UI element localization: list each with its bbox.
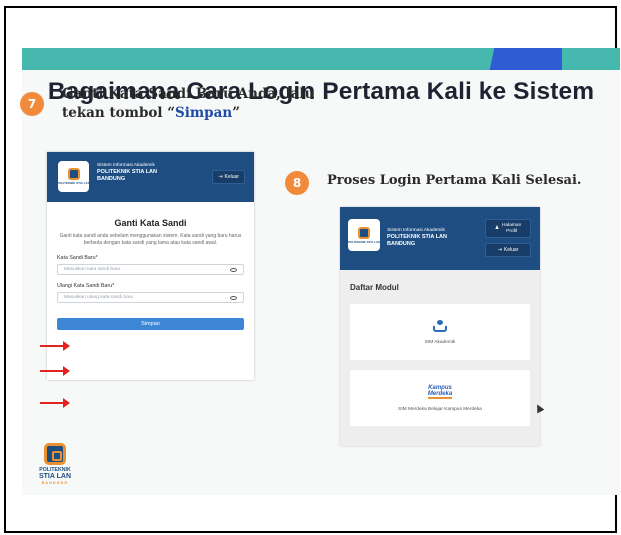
logout-icon: ⇥ <box>218 174 223 180</box>
step-7-line2-suffix: ” <box>232 105 240 121</box>
institution-line1: POLITEKNIK STIA LAN <box>387 234 447 240</box>
logo-text-line1: Kampus <box>428 384 452 391</box>
profile-label: Halaman Profil <box>502 223 521 235</box>
institution-line2: BANDUNG <box>97 176 126 182</box>
repeat-password-label: Ulangi Kata Sandi Baru* <box>57 283 115 289</box>
brand-line2: STIA LAN <box>38 473 72 480</box>
logo-caption: POLITEKNIK STIA LAN <box>347 239 381 244</box>
logo-mark-icon <box>67 168 80 180</box>
module-card-sim-akademik[interactable]: SIM Akademik <box>350 304 530 360</box>
institution-name-line1: POLITEKNIK STIA LAN <box>97 169 157 176</box>
institution-line2: BANDUNG <box>387 241 416 247</box>
arrow-to-repeat-password-icon <box>40 366 70 376</box>
modules-heading: Daftar Modul <box>350 283 399 292</box>
arrow-to-save-button-icon <box>40 398 70 408</box>
profile-page-button[interactable]: ♟ Halaman Profil <box>485 219 531 238</box>
app-header: POLITEKNIK STIA LAN Sistem Informasi Aka… <box>340 207 540 270</box>
logo-caption: POLITEKNIK STIA LAN <box>57 181 90 185</box>
new-password-label: Kata Sandi Baru* <box>57 255 98 261</box>
institution-logo: POLITEKNIK STIA LAN <box>57 161 90 192</box>
icon-head <box>437 319 443 325</box>
module-label: SIM Merdeka Belajar Kampus Merdeka <box>398 406 482 412</box>
system-label: Sistem Informasi Akademik <box>97 163 155 168</box>
logout-label: Keluar <box>224 174 239 180</box>
sim-akademik-icon <box>433 319 447 332</box>
top-color-band <box>22 48 620 70</box>
form-description: Ganti kata sandi anda sebelum menggunaka… <box>59 233 242 246</box>
new-password-placeholder: Masukkan kata sandi baru <box>64 267 120 272</box>
logout-label: Keluar <box>503 247 519 253</box>
logo-text-line2: Merdeka <box>427 390 453 397</box>
icon-book <box>433 325 447 332</box>
app-header-text: Sistem Informasi Akademik POLITEKNIK STI… <box>387 227 447 248</box>
module-label: SIM Akademik <box>424 339 456 345</box>
kampus-merdeka-logo: Kampus Merdeka <box>427 384 453 399</box>
step-8-badge: 8 <box>285 171 309 195</box>
step-7-keyword: Simpan <box>175 105 233 121</box>
change-password-screenshot: POLITEKNIK STIA LAN Sistem Informasi Aka… <box>47 152 254 380</box>
module-card-mbkm[interactable]: Kampus Merdeka SIM Merdeka Belajar Kampu… <box>350 370 530 426</box>
profile-label-line2: Profil <box>506 228 518 234</box>
logo-mark-icon <box>358 226 370 239</box>
new-password-input[interactable]: Masukkan kata sandi baru <box>57 264 244 275</box>
show-repeat-password-eye-icon[interactable] <box>230 295 237 300</box>
app-header: POLITEKNIK STIA LAN Sistem Informasi Aka… <box>47 152 254 202</box>
teal-band-end <box>562 48 620 70</box>
user-icon: ♟ <box>494 225 500 231</box>
module-list-screenshot: POLITEKNIK STIA LAN Sistem Informasi Aka… <box>340 207 540 446</box>
step-7-instruction: Ganti Kata Sandi Baru Anda, lalu tekan t… <box>62 85 342 123</box>
institution-logo: POLITEKNIK STIA LAN <box>348 219 380 251</box>
logout-button[interactable]: ⇥ Keluar <box>485 243 531 257</box>
logout-button[interactable]: ⇥ Keluar <box>212 170 245 184</box>
institution-line1: POLITEKNIK STIA LAN <box>97 169 157 175</box>
app-header-text: Sistem Informasi Akademik POLITEKNIK STI… <box>97 162 157 183</box>
system-label: Sistem Informasi Akademik <box>387 228 445 233</box>
step-7-line1: Ganti Kata Sandi Baru Anda, lalu <box>62 86 315 102</box>
institution-name-line2: BANDUNG <box>387 241 447 248</box>
step-7-badge: 7 <box>20 92 44 116</box>
form-title: Ganti Kata Sandi <box>114 218 187 228</box>
brand-mark-icon <box>44 443 66 465</box>
save-button[interactable]: Simpan <box>57 318 244 330</box>
institution-name-line2: BANDUNG <box>97 176 157 183</box>
repeat-password-placeholder: Masukkan ulang kata sandi baru <box>64 295 134 300</box>
show-password-eye-icon[interactable] <box>230 267 237 272</box>
step-7-line2-prefix: tekan tombol “ <box>62 105 176 121</box>
repeat-password-input[interactable]: Masukkan ulang kata sandi baru <box>57 292 244 303</box>
blue-accent-shape <box>489 48 569 70</box>
arrow-to-new-password-icon <box>40 341 70 351</box>
institution-name-line1: POLITEKNIK STIA LAN <box>387 234 447 241</box>
step-7-line2: tekan tombol “Simpan” <box>62 104 342 123</box>
step-8-instruction: Proses Login Pertama Kali Selesai. <box>327 173 582 188</box>
profile-label-line1: Halaman <box>502 222 522 228</box>
logout-icon: ⇥ <box>497 247 502 253</box>
brand-logo: POLITEKNIK STIA LAN BANDUNG <box>26 443 84 493</box>
brand-line3: BANDUNG <box>41 481 69 485</box>
